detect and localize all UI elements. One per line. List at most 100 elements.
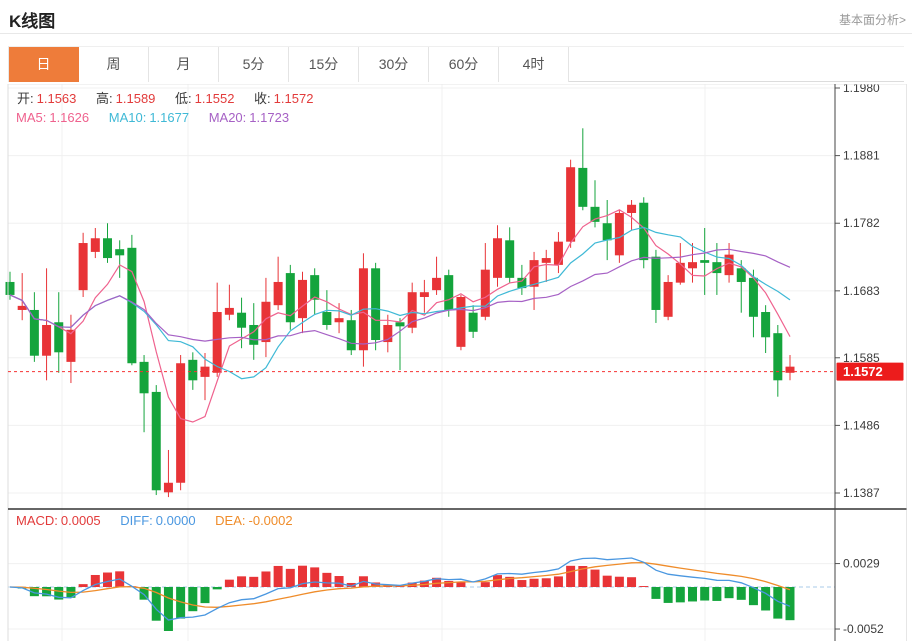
tab-30分[interactable]: 30分	[359, 47, 429, 82]
macd-bar	[286, 569, 295, 587]
macd-axis-label: -0.0052	[843, 622, 884, 636]
macd-bar	[627, 577, 636, 587]
macd-bar	[530, 579, 539, 587]
tab-4时[interactable]: 4时	[499, 47, 569, 82]
kline-page: K线图 基本面分析> 日周月5分15分30分60分4时 1.19801.1881…	[0, 0, 912, 641]
title-divider	[0, 33, 912, 34]
macd-bar	[603, 576, 612, 587]
macd-bar	[103, 573, 112, 587]
candle	[578, 168, 587, 207]
candle	[469, 313, 478, 332]
candle	[115, 249, 124, 255]
dea-value: -0.0002	[249, 513, 293, 528]
candle	[627, 205, 636, 213]
tab-15分[interactable]: 15分	[289, 47, 359, 82]
candle	[30, 310, 39, 356]
macd-bar	[261, 571, 270, 587]
macd-bar	[591, 570, 600, 587]
price-axis-label: 1.1387	[843, 486, 880, 500]
candle	[6, 282, 15, 295]
price-axis-label: 1.1980	[843, 84, 880, 95]
macd-bar	[554, 576, 563, 587]
ma10-label: MA10:	[109, 110, 147, 125]
macd-label: MACD:	[16, 513, 58, 528]
tab-日[interactable]: 日	[9, 47, 79, 82]
tab-60分[interactable]: 60分	[429, 47, 499, 82]
diff-value: 0.0000	[156, 513, 196, 528]
kline-chart-canvas: 1.19801.18811.17821.16831.15851.14861.13…	[0, 84, 912, 641]
macd-bar	[274, 566, 283, 587]
macd-bar	[225, 580, 234, 587]
macd-bar	[493, 575, 502, 587]
candle	[347, 320, 356, 350]
period-tabbar: 日周月5分15分30分60分4时	[8, 46, 904, 82]
diff-label: DIFF:	[120, 513, 153, 528]
price-axis-label: 1.1683	[843, 284, 880, 298]
macd-layer	[10, 558, 795, 631]
macd-bar	[615, 577, 624, 587]
candle	[676, 263, 685, 283]
candle	[749, 278, 758, 317]
ma10-value: 1.1677	[149, 110, 189, 125]
macd-bar	[335, 576, 344, 587]
macd-bar	[566, 566, 575, 587]
ma-readout: MA5:1.1626 MA10:1.1677 MA20:1.1723	[16, 110, 305, 125]
ma5-label: MA5:	[16, 110, 46, 125]
candle	[152, 392, 161, 490]
candle	[91, 238, 100, 252]
low-label: 低:	[175, 91, 192, 106]
current-price-text: 1.1572	[843, 364, 883, 379]
macd-bar	[688, 587, 697, 601]
macd-bar	[725, 587, 734, 598]
candle	[554, 242, 563, 265]
macd-bar	[542, 578, 551, 587]
fundamental-analysis-link[interactable]: 基本面分析>	[839, 11, 906, 28]
candle	[274, 282, 283, 305]
candle	[615, 213, 624, 255]
candle	[432, 278, 441, 290]
ma20-value: 1.1723	[249, 110, 289, 125]
macd-bar	[639, 586, 648, 587]
macd-bar	[237, 576, 246, 587]
macd-bar	[213, 587, 222, 589]
candle	[66, 330, 75, 362]
ma-lines-layer	[10, 210, 790, 422]
candle	[639, 203, 648, 260]
macd-axis-label: 0.0029	[843, 557, 880, 571]
candle	[18, 306, 27, 310]
low-value: 1.1552	[195, 91, 235, 106]
macd-bar	[712, 587, 721, 601]
candle	[773, 333, 782, 380]
candle	[396, 322, 405, 326]
tab-周[interactable]: 周	[79, 47, 149, 82]
candle	[481, 270, 490, 317]
tab-5分[interactable]: 5分	[219, 47, 289, 82]
macd-bar	[651, 587, 660, 599]
kline-chart[interactable]: 1.19801.18811.17821.16831.15851.14861.13…	[0, 84, 912, 641]
ma20-label: MA20:	[209, 110, 247, 125]
candle	[371, 268, 380, 340]
candle	[651, 257, 660, 310]
candle	[444, 275, 453, 310]
page-title: K线图	[9, 7, 55, 32]
macd-bar	[249, 577, 258, 587]
candle	[700, 260, 709, 263]
macd-bar	[188, 587, 197, 611]
candle	[298, 280, 307, 318]
candle	[225, 308, 234, 315]
candle	[79, 243, 88, 290]
macd-bar	[79, 584, 88, 587]
candle	[322, 312, 331, 325]
candle	[664, 282, 673, 317]
tab-月[interactable]: 月	[149, 47, 219, 82]
macd-bar	[664, 587, 673, 603]
close-label: 收:	[254, 91, 271, 106]
macd-bar	[164, 587, 173, 631]
ma5-value: 1.1626	[49, 110, 89, 125]
macd-bar	[201, 587, 210, 603]
open-value: 1.1563	[37, 91, 77, 106]
candle	[603, 223, 612, 240]
macd-value: 0.0005	[61, 513, 101, 528]
candle	[310, 275, 319, 300]
candle	[761, 312, 770, 337]
